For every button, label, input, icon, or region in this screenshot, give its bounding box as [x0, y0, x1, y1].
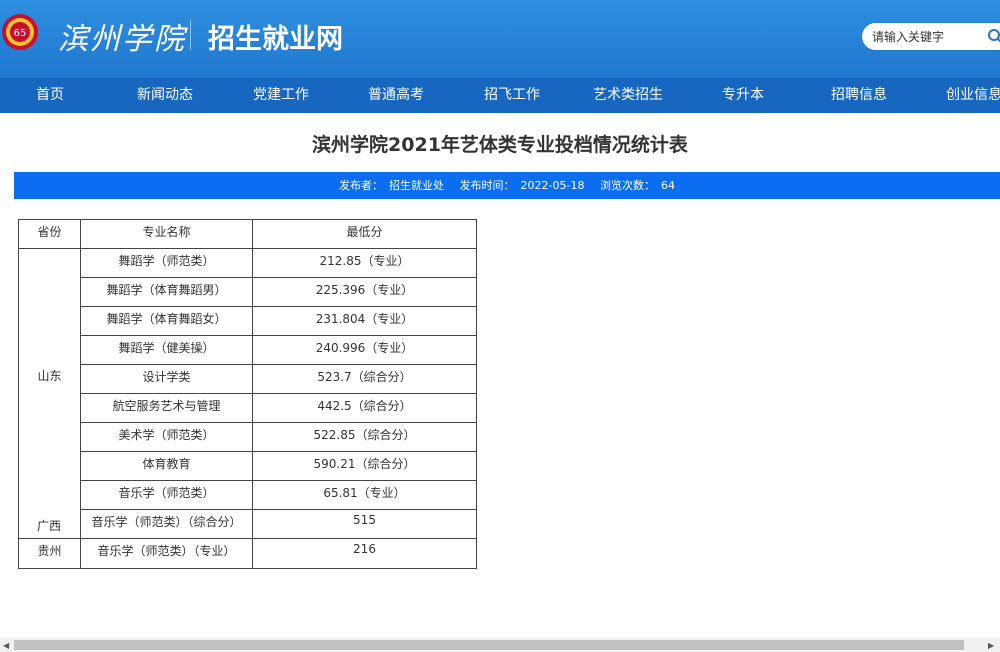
nav-item-art[interactable]: 艺术类招生	[593, 78, 663, 113]
table-row: 舞蹈学（健美操） 240.996（专业）	[19, 335, 477, 365]
scroll-right-icon[interactable]: ▶	[988, 641, 994, 650]
search-icon[interactable]	[987, 28, 1000, 45]
table-row: 美术学（师范类） 522.85（综合分）	[19, 422, 477, 452]
header-major: 专业名称	[80, 219, 253, 249]
views-label: 浏览次数：	[599, 179, 655, 192]
table-row: 航空服务艺术与管理 442.5（综合分）	[19, 393, 477, 423]
article-meta-bar: 发布者： 招生就业处 发布时间： 2022-05-18 浏览次数： 64	[14, 172, 1000, 199]
page-title: 滨州学院2021年艺体类专业投档情况统计表	[312, 134, 688, 156]
score-cell: 212.85（专业）	[252, 248, 477, 278]
university-logo-icon[interactable]: 65	[2, 6, 42, 58]
nav-item-news[interactable]: 新闻动态	[137, 78, 193, 113]
nav-item-home[interactable]: 首页	[36, 78, 64, 113]
score-cell: 225.396（专业）	[252, 277, 477, 307]
table-row: 音乐学（师范类） 65.81（专业）	[19, 480, 477, 510]
views-value: 64	[660, 179, 675, 192]
major-cell: 设计学类	[80, 364, 253, 394]
nav-item-jobs[interactable]: 招聘信息	[831, 78, 887, 113]
main-nav: 首页 新闻动态 党建工作 普通高考 招飞工作 艺术类招生 专升本 招聘信息 创业…	[0, 78, 1000, 113]
table-row: 舞蹈学（体育舞蹈女） 231.804（专业）	[19, 306, 477, 336]
major-cell: 音乐学（师范类）（综合分）	[80, 509, 253, 539]
header-province: 省份	[18, 219, 81, 249]
svg-text:65: 65	[14, 28, 27, 39]
site-name: 招生就业网	[208, 24, 343, 55]
header-min-score: 最低分	[252, 219, 477, 249]
province-cell: 贵州	[18, 538, 81, 569]
meta-views: 浏览次数： 64	[597, 179, 678, 192]
nav-item-upgrade[interactable]: 专升本	[722, 78, 764, 113]
nav-item-pilot[interactable]: 招飞工作	[484, 78, 540, 113]
search-input[interactable]	[862, 23, 992, 50]
publisher-value: 招生就业处	[389, 179, 445, 192]
table-row: 山东 舞蹈学（师范类） 212.85（专业）	[18, 248, 477, 539]
site-header: 65 滨州学院 招生就业网	[0, 0, 1000, 78]
admission-score-table: 省份 专业名称 最低分 山东 舞蹈学（师范类） 212.85（专业） 舞蹈学（体…	[18, 219, 477, 569]
table-row: 舞蹈学（体育舞蹈男） 225.396（专业）	[19, 277, 477, 307]
major-cell: 美术学（师范类）	[80, 422, 253, 452]
meta-date: 发布时间： 2022-05-18	[457, 179, 588, 192]
scrollbar-thumb[interactable]	[14, 640, 964, 650]
meta-publisher: 发布者： 招生就业处	[336, 179, 447, 192]
province-cell-guangxi: 广西	[36, 519, 61, 533]
publisher-label: 发布者：	[339, 179, 384, 192]
province-cell: 山东	[18, 248, 81, 539]
score-cell: 216	[252, 538, 477, 569]
major-cell: 舞蹈学（体育舞蹈女）	[80, 306, 253, 336]
major-cell: 音乐学（师范类）	[80, 480, 253, 510]
major-cell: 体育教育	[80, 451, 253, 481]
score-cell: 515	[252, 509, 477, 539]
major-cell: 航空服务艺术与管理	[80, 393, 253, 423]
date-value: 2022-05-18	[520, 179, 585, 192]
score-cell: 231.804（专业）	[252, 306, 477, 336]
score-cell: 522.85（综合分）	[252, 422, 477, 452]
major-cell: 舞蹈学（师范类）	[80, 248, 253, 278]
table-row: 设计学类 523.7（综合分）	[19, 364, 477, 394]
search-box	[862, 23, 1000, 50]
nav-item-gaokao[interactable]: 普通高考	[368, 78, 424, 113]
score-cell: 590.21（综合分）	[252, 451, 477, 481]
brand-divider	[190, 20, 191, 50]
table-header-row: 省份 专业名称 最低分	[18, 219, 477, 249]
score-cell: 523.7（综合分）	[252, 364, 477, 394]
university-name-script: 滨州学院	[58, 22, 186, 57]
score-cell: 442.5（综合分）	[252, 393, 477, 423]
table-row: 音乐学（师范类）（综合分） 515	[19, 509, 477, 539]
table-row: 体育教育 590.21（综合分）	[19, 451, 477, 481]
horizontal-scrollbar[interactable]: ◀ ▶	[0, 638, 1000, 652]
scroll-left-icon[interactable]: ◀	[3, 641, 9, 650]
major-cell: 音乐学（师范类）（专业）	[80, 538, 253, 569]
major-cell: 舞蹈学（体育舞蹈男）	[80, 277, 253, 307]
table-row: 贵州 音乐学（师范类）（专业） 216	[18, 538, 477, 569]
score-cell: 65.81（专业）	[252, 480, 477, 510]
date-label: 发布时间：	[459, 179, 515, 192]
major-cell: 舞蹈学（健美操）	[80, 335, 253, 365]
nav-item-party[interactable]: 党建工作	[253, 78, 309, 113]
score-cell: 240.996（专业）	[252, 335, 477, 365]
nav-item-startup[interactable]: 创业信息	[946, 78, 1000, 113]
